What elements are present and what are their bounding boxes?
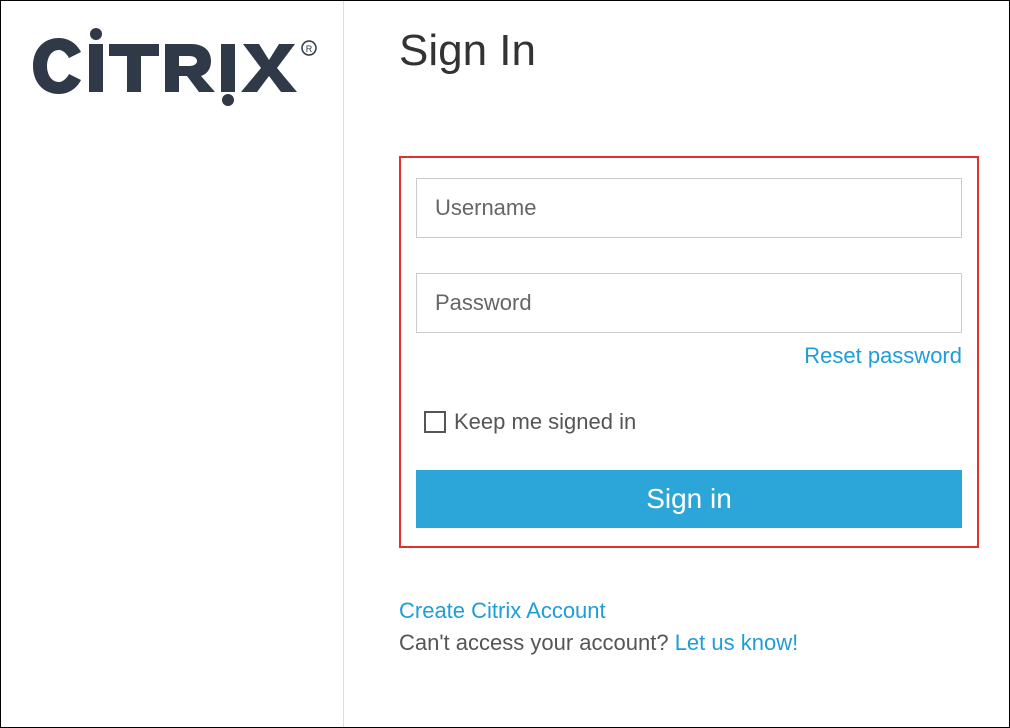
signin-form-highlight: Reset password Keep me signed in Sign in: [399, 156, 979, 548]
keep-signed-in-checkbox[interactable]: [424, 411, 446, 433]
right-column: Sign In Reset password Keep me signed in…: [344, 1, 1009, 727]
let-us-know-link[interactable]: Let us know!: [675, 630, 799, 655]
svg-text:R: R: [306, 44, 313, 54]
signin-button[interactable]: Sign in: [416, 470, 962, 528]
footer-links: Create Citrix Account Can't access your …: [399, 598, 979, 656]
left-column: R: [1, 1, 344, 727]
reset-password-link[interactable]: Reset password: [804, 343, 962, 368]
create-account-link[interactable]: Create Citrix Account: [399, 598, 606, 624]
password-input[interactable]: [416, 273, 962, 333]
keep-signed-in-label: Keep me signed in: [454, 409, 636, 435]
citrix-logo: R: [21, 26, 321, 106]
cant-access-text: Can't access your account?: [399, 630, 675, 655]
username-input[interactable]: [416, 178, 962, 238]
page-title: Sign In: [399, 26, 979, 76]
